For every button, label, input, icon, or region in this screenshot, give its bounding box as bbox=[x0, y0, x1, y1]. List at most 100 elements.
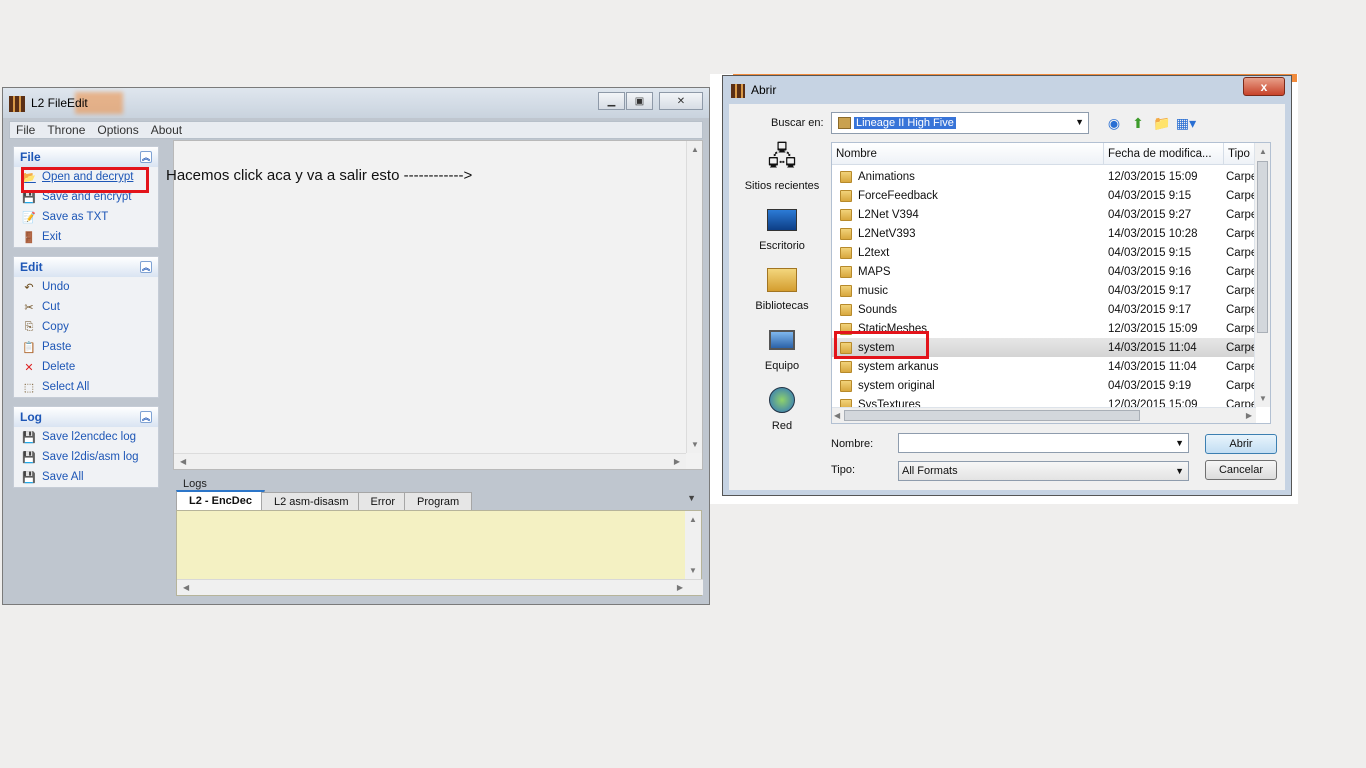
place-desktop[interactable]: Escritorio bbox=[737, 204, 827, 264]
file-row[interactable]: L2NetV39314/03/2015 10:28Carpet bbox=[832, 224, 1256, 243]
copy-icon: ⎘ bbox=[24, 320, 34, 333]
scroll-left-icon[interactable]: ◀ bbox=[834, 411, 840, 420]
file-list-vertical-scrollbar[interactable]: ▲ ▼ bbox=[1254, 143, 1270, 407]
log-horizontal-scrollbar[interactable]: ◀ ▶ bbox=[177, 579, 703, 595]
tab-error[interactable]: Error bbox=[357, 492, 408, 510]
open-button[interactable]: Abrir bbox=[1205, 434, 1277, 454]
editor-vertical-scrollbar[interactable]: ▲ ▼ bbox=[686, 141, 702, 453]
undo-link[interactable]: ↶ Undo bbox=[14, 277, 158, 297]
lookin-label: Buscar en: bbox=[771, 117, 824, 129]
editor-area[interactable]: ▲ ▼ ◀ ▶ bbox=[173, 140, 703, 470]
up-folder-icon[interactable]: ⬆ bbox=[1129, 114, 1147, 132]
menu-options[interactable]: Options bbox=[91, 123, 144, 137]
cut-link[interactable]: ✂ Cut bbox=[14, 297, 158, 317]
column-type[interactable]: Tipo bbox=[1224, 143, 1256, 165]
menu-file[interactable]: File bbox=[10, 123, 41, 137]
chevron-down-icon[interactable]: ▼ bbox=[1075, 117, 1084, 127]
undo-icon: ↶ bbox=[24, 281, 34, 294]
select-all-link[interactable]: ⬚ Select All bbox=[14, 377, 158, 397]
places-bar: 🖧 Sitios recientes Escritorio Bibliotecas… bbox=[737, 141, 827, 444]
column-name[interactable]: Nombre bbox=[832, 143, 1104, 165]
copy-link[interactable]: ⎘ Copy bbox=[14, 317, 158, 337]
file-list-horizontal-scrollbar[interactable]: ◀ ▶ bbox=[832, 407, 1256, 423]
scroll-right-icon[interactable]: ▶ bbox=[674, 457, 680, 466]
column-date[interactable]: Fecha de modifica... bbox=[1104, 143, 1224, 165]
file-row[interactable]: Animations12/03/2015 15:09Carpet bbox=[832, 167, 1256, 186]
computer-icon bbox=[766, 324, 798, 356]
file-row[interactable]: ForceFeedback04/03/2015 9:15Carpet bbox=[832, 186, 1256, 205]
window-title: L2 FileEdit bbox=[31, 96, 88, 110]
lookin-combo[interactable]: Lineage II High Five ▼ bbox=[831, 112, 1089, 134]
scroll-up-icon[interactable]: ▲ bbox=[691, 145, 699, 154]
scroll-up-icon[interactable]: ▲ bbox=[689, 515, 697, 524]
file-row[interactable]: music04/03/2015 9:17Carpet bbox=[832, 281, 1256, 300]
select-all-icon: ⬚ bbox=[23, 381, 35, 394]
menu-throne[interactable]: Throne bbox=[41, 123, 91, 137]
dialog-title: Abrir bbox=[751, 83, 777, 97]
chevron-down-icon[interactable]: ▼ bbox=[1175, 466, 1184, 476]
scroll-left-icon[interactable]: ◀ bbox=[183, 583, 189, 592]
scroll-right-icon[interactable]: ▶ bbox=[677, 583, 683, 592]
folder-icon bbox=[840, 227, 852, 240]
chevron-down-icon[interactable]: ▼ bbox=[687, 493, 696, 503]
menu-about[interactable]: About bbox=[145, 123, 188, 137]
scroll-down-icon[interactable]: ▼ bbox=[691, 440, 699, 449]
file-row[interactable]: L2text04/03/2015 9:15Carpet bbox=[832, 243, 1256, 262]
log-text-area[interactable]: ▲ ▼ ◀ ▶ bbox=[176, 510, 703, 596]
chevron-up-icon[interactable]: ︽ bbox=[140, 151, 152, 163]
group-header[interactable]: Log ︽ bbox=[14, 407, 158, 427]
group-header[interactable]: Edit ︽ bbox=[14, 257, 158, 277]
filetype-label: Tipo: bbox=[831, 464, 856, 476]
file-list[interactable]: Nombre Fecha de modifica... Tipo Animati… bbox=[831, 142, 1271, 424]
save-as-txt-link[interactable]: 📝 Save as TXT bbox=[14, 207, 158, 227]
chevron-up-icon[interactable]: ︽ bbox=[140, 261, 152, 273]
filename-input[interactable]: ▼ bbox=[898, 433, 1189, 453]
save-l2disasm-log-link[interactable]: 💾 Save l2dis/asm log bbox=[14, 447, 158, 467]
file-row[interactable]: Sounds04/03/2015 9:17Carpet bbox=[832, 300, 1256, 319]
tab-program[interactable]: Program bbox=[404, 492, 473, 510]
back-icon[interactable]: ◉ bbox=[1105, 114, 1123, 132]
drive-folder-icon bbox=[838, 117, 851, 129]
place-network[interactable]: Red bbox=[737, 384, 827, 444]
highlight-box bbox=[834, 331, 929, 359]
new-folder-icon[interactable]: 📁 bbox=[1153, 114, 1171, 132]
scroll-down-icon[interactable]: ▼ bbox=[1259, 394, 1267, 403]
paste-link[interactable]: 📋 Paste bbox=[14, 337, 158, 357]
delete-link[interactable]: ✕ Delete bbox=[14, 357, 158, 377]
tab-l2-encdec[interactable]: L2 - EncDec bbox=[176, 490, 265, 510]
file-row[interactable]: MAPS04/03/2015 9:16Carpet bbox=[832, 262, 1256, 281]
save-all-link[interactable]: 💾 Save All bbox=[14, 467, 158, 487]
chevron-down-icon[interactable]: ▼ bbox=[1175, 438, 1184, 448]
title-bar: L2 FileEdit ▁ ▣ ✕ bbox=[3, 88, 709, 118]
place-recent[interactable]: 🖧 Sitios recientes bbox=[737, 141, 827, 204]
group-header[interactable]: File ︽ bbox=[14, 147, 158, 167]
save-l2encdec-log-link[interactable]: 💾 Save l2encdec log bbox=[14, 427, 158, 447]
dialog-client: Buscar en: Lineage II High Five ▼ ◉ ⬆ 📁 … bbox=[729, 104, 1285, 490]
scroll-up-icon[interactable]: ▲ bbox=[1259, 147, 1267, 156]
scroll-right-icon[interactable]: ▶ bbox=[1246, 411, 1252, 420]
tab-l2-asm-disasm[interactable]: L2 asm-disasm bbox=[260, 492, 362, 510]
exit-link[interactable]: 🚪 Exit bbox=[14, 227, 158, 247]
chevron-up-icon[interactable]: ︽ bbox=[140, 411, 152, 423]
file-row[interactable]: system original04/03/2015 9:19Carpet bbox=[832, 376, 1256, 395]
logs-panel: L2 - EncDec L2 asm-disasm Error Program … bbox=[176, 490, 703, 596]
view-menu-icon[interactable]: ▦▾ bbox=[1176, 114, 1196, 132]
folder-icon bbox=[840, 246, 852, 259]
log-vertical-scrollbar[interactable]: ▲ ▼ bbox=[685, 511, 701, 579]
nav-toolbar: ◉ ⬆ 📁 ▦▾ bbox=[1105, 114, 1201, 132]
place-computer[interactable]: Equipo bbox=[737, 324, 827, 384]
scroll-down-icon[interactable]: ▼ bbox=[689, 566, 697, 575]
file-row[interactable]: L2Net V39404/03/2015 9:27Carpet bbox=[832, 205, 1256, 224]
minimize-button[interactable]: ▁ bbox=[598, 92, 625, 110]
filetype-select[interactable]: All Formats ▼ bbox=[898, 461, 1189, 481]
maximize-button[interactable]: ▣ bbox=[626, 92, 653, 110]
cancel-button[interactable]: Cancelar bbox=[1205, 460, 1277, 480]
folder-icon bbox=[840, 265, 852, 278]
scroll-left-icon[interactable]: ◀ bbox=[180, 457, 186, 466]
dialog-close-button[interactable]: x bbox=[1243, 77, 1285, 96]
file-row[interactable]: system arkanus14/03/2015 11:04Carpet bbox=[832, 357, 1256, 376]
place-libraries[interactable]: Bibliotecas bbox=[737, 264, 827, 324]
editor-horizontal-scrollbar[interactable]: ◀ ▶ bbox=[174, 453, 686, 469]
close-button[interactable]: ✕ bbox=[659, 92, 703, 110]
folder-icon bbox=[840, 379, 852, 392]
